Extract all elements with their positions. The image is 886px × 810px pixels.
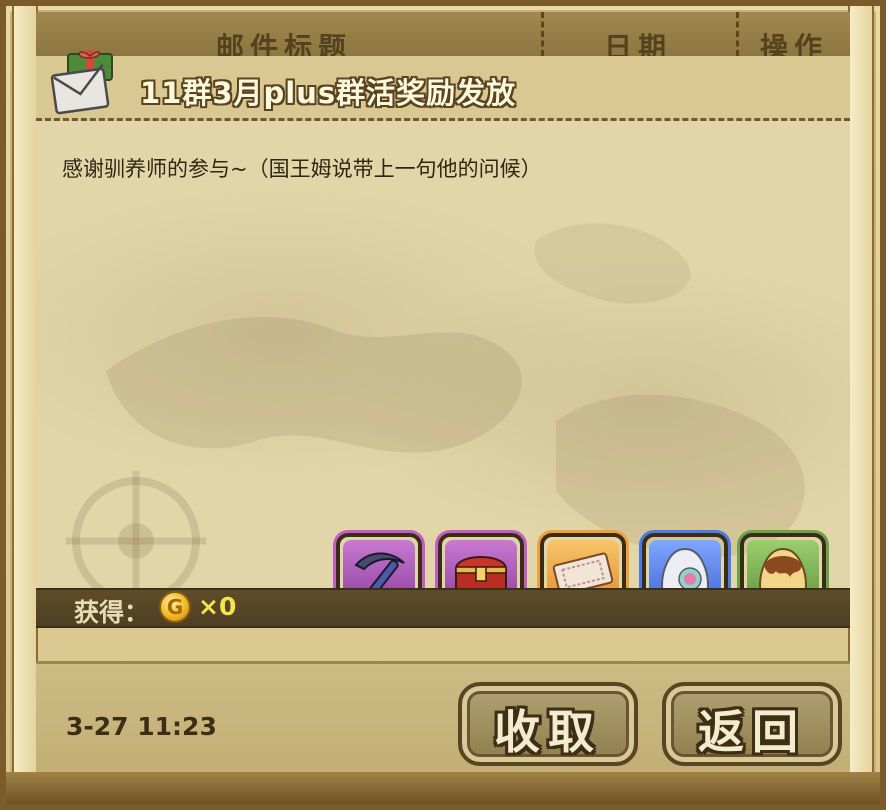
header-divider — [541, 12, 544, 56]
collect-button-label: 收取 — [494, 705, 602, 759]
mail-title: 11群3月plus群活奖励发放 — [140, 76, 517, 110]
header-divider — [736, 12, 739, 56]
back-button-label: 返回 — [698, 705, 806, 759]
left-frame-bar — [12, 6, 38, 804]
mail-body-text: 感谢驯养师的参与~（国王姆说带上一句他的问候） — [62, 157, 542, 181]
gift-mail-icon — [50, 50, 113, 115]
mail-detail-window: 邮件标题 日期 操作 11群3月plus群活奖励发放 感谢驯养师的参与~（国王姆… — [0, 0, 886, 810]
mail-title-bar: 11群3月plus群活奖励发放 — [36, 50, 850, 121]
header-col-date: 日期 — [604, 31, 673, 58]
map-background-art — [66, 223, 805, 591]
gold-coin-icon: G — [159, 591, 191, 623]
obtain-label: 获得： — [74, 598, 150, 627]
mail-date: 3-27 11:23 — [66, 712, 217, 741]
coin-count: ×0 — [198, 592, 237, 621]
mail-list-header: 邮件标题 日期 操作 — [36, 12, 850, 58]
mail-content-area: 感谢驯养师的参与~（国王姆说带上一句他的问候） 4 2 — [36, 121, 850, 619]
header-col-action: 操作 — [760, 31, 829, 58]
collect-button[interactable]: 收取 — [458, 682, 638, 766]
bottom-frame-trim — [6, 772, 880, 804]
header-col-title: 邮件标题 — [216, 31, 353, 58]
mail-footer: 3-27 11:23 收取 返回 — [36, 661, 850, 784]
back-button[interactable]: 返回 — [662, 682, 842, 766]
reward-strip: 获得： G ×0 — [36, 588, 850, 628]
